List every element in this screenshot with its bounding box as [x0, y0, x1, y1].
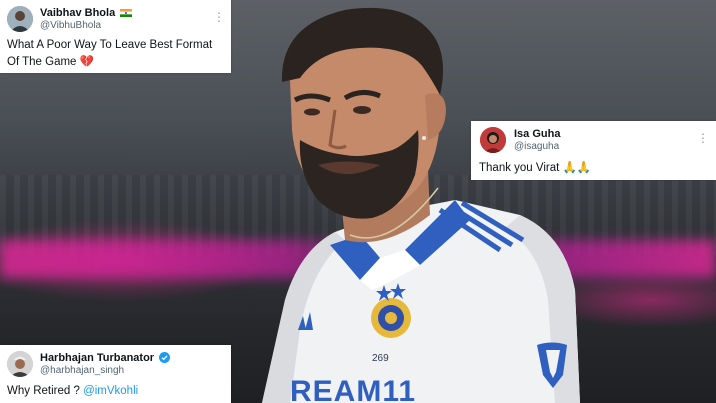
- tweet-card-harbhajan[interactable]: Harbhajan Turbanator @harbhajan_singh Wh…: [0, 345, 231, 403]
- avatar[interactable]: [7, 6, 33, 32]
- india-flag-icon: [120, 9, 133, 17]
- tweet-author-name[interactable]: Isa Guha: [514, 128, 560, 140]
- jersey-sponsor-text: REAM11: [290, 375, 416, 403]
- avatar[interactable]: [480, 127, 506, 153]
- profile-photo-icon: [480, 127, 506, 153]
- mention-link[interactable]: @imVkohli: [83, 385, 138, 397]
- tweet-text: Thank you Virat 🙏🙏: [479, 162, 592, 174]
- tweet-author-handle[interactable]: @isaguha: [514, 141, 559, 152]
- more-options-icon[interactable]: ⋮: [697, 132, 709, 144]
- tweet-author-name[interactable]: Harbhajan Turbanator: [40, 352, 171, 364]
- profile-photo-icon: [7, 351, 33, 377]
- avatar[interactable]: [7, 351, 33, 377]
- tweet-author-handle[interactable]: @harbhajan_singh: [40, 365, 124, 376]
- jersey-number: 269: [372, 353, 389, 364]
- tweet-author-handle[interactable]: @VibhuBhola: [40, 20, 101, 31]
- more-options-icon[interactable]: ⋮: [213, 11, 225, 23]
- tweet-text: What A Poor Way To Leave Best Format Of …: [7, 39, 213, 68]
- verified-icon: [159, 352, 171, 363]
- tweet-card-isa-guha[interactable]: Isa Guha @isaguha ⋮ Thank you Virat 🙏🙏: [471, 121, 716, 180]
- tweet-text: Why Retired ? @imVkohli: [7, 385, 139, 397]
- broken-heart-emoji: 💔: [79, 56, 94, 68]
- folded-hands-emoji: 🙏🙏: [562, 162, 592, 174]
- tweet-card-vaibhav[interactable]: Vaibhav Bhola @VibhuBhola ⋮ What A Poor …: [0, 0, 231, 73]
- profile-photo-icon: [7, 6, 33, 32]
- tweet-author-name[interactable]: Vaibhav Bhola: [40, 7, 133, 19]
